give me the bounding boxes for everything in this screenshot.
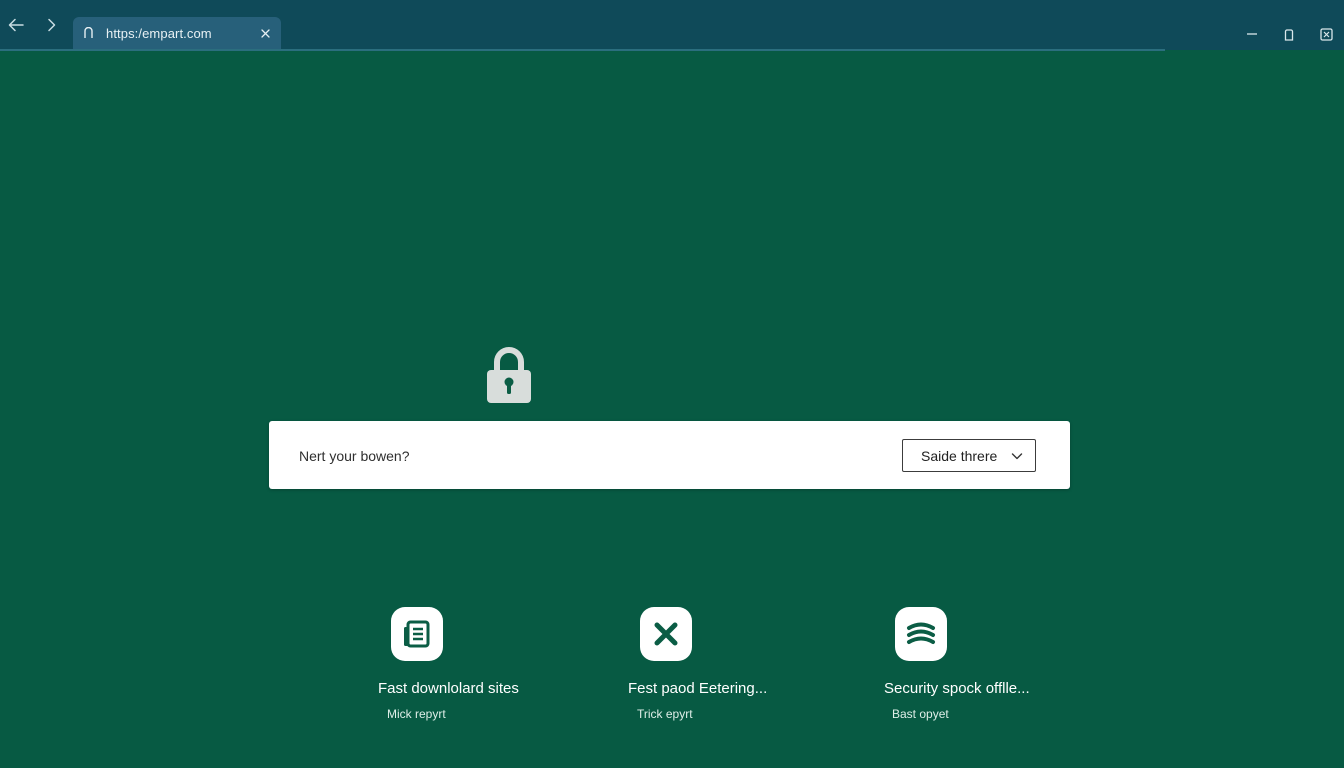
maximize-button[interactable] [1280, 25, 1298, 43]
chevron-down-icon [1011, 453, 1023, 460]
toolbar-divider [0, 49, 1165, 51]
x-icon [654, 622, 678, 646]
select-label: Saide threre [921, 448, 998, 464]
feature-link[interactable]: Bast opyet [892, 707, 949, 721]
search-scope-select[interactable]: Saide threre [902, 439, 1036, 472]
feature-security: Security spock offlle... Bast opyet [882, 607, 1082, 737]
minimize-icon [1247, 33, 1257, 35]
minimize-button[interactable] [1243, 25, 1261, 43]
feature-icon-button[interactable] [640, 607, 692, 661]
feature-link[interactable]: Mick repyrt [387, 707, 446, 721]
close-window-icon [1319, 27, 1333, 41]
document-icon [404, 620, 430, 648]
feature-fast-filtering: Fest paod Eetering... Trick epyrt [626, 607, 826, 737]
feature-title: Fest paod Eetering... [628, 680, 768, 697]
waves-icon [907, 622, 935, 644]
feature-icon-button[interactable] [895, 607, 947, 661]
search-card: Saide threre [269, 421, 1070, 489]
arrow-left-icon [8, 18, 24, 32]
close-window-button[interactable] [1317, 25, 1335, 43]
back-button[interactable] [5, 14, 27, 36]
search-input[interactable] [299, 445, 839, 467]
lock-icon [487, 347, 531, 403]
feature-icon-button[interactable] [391, 607, 443, 661]
close-icon [260, 28, 270, 38]
tab-close-button[interactable] [258, 26, 272, 40]
feature-title: Security spock offlle... [884, 680, 1030, 697]
forward-button[interactable] [41, 14, 63, 36]
feature-fast-download: Fast downlolard sites Mick repyrt [376, 607, 576, 737]
feature-title: Fast downlolard sites [378, 680, 519, 697]
arrow-right-icon [48, 18, 56, 32]
feature-link[interactable]: Trick epyrt [637, 707, 693, 721]
browser-tab[interactable]: https:/empart.com [73, 17, 281, 50]
page-icon [84, 27, 93, 38]
tab-url: https:/empart.com [106, 26, 212, 41]
browser-toolbar: https:/empart.com [0, 0, 1344, 51]
maximize-icon [1284, 28, 1294, 41]
